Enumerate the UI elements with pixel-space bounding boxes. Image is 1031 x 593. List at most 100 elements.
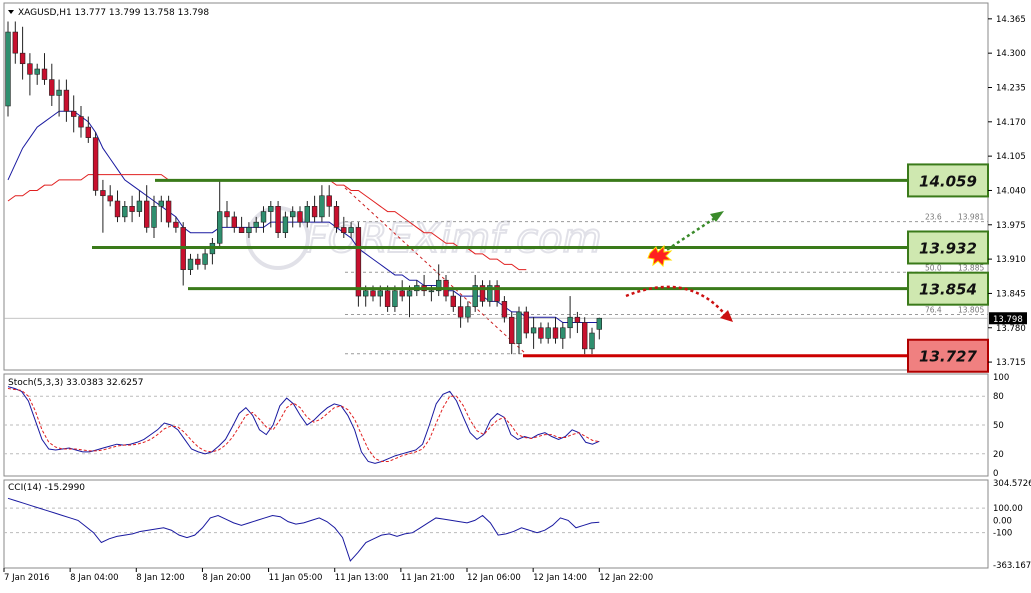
cci-title: CCI(14) -15.2990 — [8, 483, 85, 493]
candle-body — [530, 327, 537, 334]
candle-body — [41, 68, 48, 80]
candle-body — [253, 221, 259, 228]
candle-body — [341, 227, 347, 234]
candle-body — [589, 332, 595, 350]
candle-body — [195, 258, 201, 265]
candle-body — [596, 317, 603, 330]
candle-body — [567, 316, 573, 329]
candle-body — [71, 110, 77, 117]
candle-body — [129, 206, 135, 212]
candle-body — [49, 79, 55, 96]
candle-body — [508, 316, 515, 344]
price-tick-label: 13.910 — [996, 255, 1026, 265]
level-price-label: 13.727 — [919, 348, 977, 366]
price-tick-label: 14.170 — [996, 118, 1026, 128]
candle-body — [158, 200, 164, 207]
fib-level-percent: 76.4 — [925, 306, 942, 315]
fib-level-price: 13.885 — [958, 263, 984, 272]
time-tick-label: 8 Jan 12:00 — [136, 573, 184, 583]
candle-body — [516, 311, 522, 344]
candle-body — [392, 290, 398, 307]
candle-body — [289, 211, 296, 218]
candle-body — [450, 295, 456, 307]
candle-body — [144, 200, 150, 228]
main-title: XAGUSD,H1 13.777 13.799 13.758 13.798 — [18, 8, 209, 18]
candle-body — [333, 206, 340, 228]
cci-tick-label: -363.167 — [993, 561, 1031, 571]
time-tick-label: 12 Jan 22:00 — [599, 573, 653, 583]
candle-body — [560, 327, 566, 339]
candle-body — [304, 206, 310, 223]
stoch-title: Stoch(5,3,3) 33.0383 32.6257 — [8, 378, 143, 388]
candle-body — [78, 116, 84, 128]
candle-body — [224, 211, 230, 218]
chart-window: FOREXimf.com 23.6 13.981 50.0 13.885 76.4 13.… — [0, 0, 1031, 589]
fib-level-price: 13.805 — [958, 306, 984, 315]
candle-body — [311, 206, 318, 218]
candle-body — [56, 89, 62, 96]
candle-body — [370, 290, 376, 297]
candle-body — [19, 52, 26, 65]
candle-body — [428, 290, 435, 293]
candle-body — [85, 126, 92, 138]
time-tick-label: 8 Jan 04:00 — [70, 573, 118, 583]
level-price-label: 13.932 — [919, 239, 977, 257]
candle-body — [260, 211, 267, 223]
fib-level-percent: 50.0 — [925, 263, 942, 272]
price-tick-label: 13.975 — [996, 221, 1026, 231]
stoch-tick-label: 20 — [993, 450, 1004, 460]
candle-body — [27, 63, 33, 75]
candle-body — [319, 195, 325, 218]
price-tick-label: 14.300 — [996, 49, 1026, 59]
time-tick-label: 11 Jan 13:00 — [335, 573, 389, 583]
candle-body — [217, 211, 223, 244]
candle-body — [151, 206, 157, 228]
watermark-text: FOREXimf.com — [305, 216, 602, 262]
candle-body — [63, 89, 70, 112]
stoch-tick-label: 0 — [993, 469, 998, 479]
candle-body — [355, 227, 362, 297]
candle-body — [238, 227, 245, 234]
candle-body — [377, 290, 383, 297]
candle-body — [362, 290, 369, 297]
candle-body — [581, 322, 588, 350]
price-tick-label: 14.040 — [996, 186, 1026, 196]
level-price-label: 13.854 — [919, 281, 977, 299]
candle-body — [5, 31, 11, 107]
candle-body — [114, 200, 121, 218]
time-tick-label: 12 Jan 06:00 — [467, 573, 521, 583]
time-tick-label: 11 Jan 05:00 — [269, 573, 323, 583]
candle-body — [501, 301, 508, 318]
candle-body — [538, 327, 544, 339]
candle-body — [136, 200, 143, 212]
candle-body — [165, 200, 172, 223]
candle-body — [107, 195, 113, 202]
candle-body — [348, 227, 354, 234]
candle-body — [173, 221, 179, 228]
time-tick-label: 11 Jan 21:00 — [401, 573, 455, 583]
time-tick-label: 8 Jan 20:00 — [202, 573, 250, 583]
candle-body — [12, 31, 18, 54]
stoch-tick-label: 100 — [993, 373, 1009, 383]
candle-body — [384, 290, 391, 307]
stoch-tick-label: 80 — [993, 392, 1004, 402]
current-price-label: 13.798 — [993, 315, 1023, 325]
price-tick-label: 13.845 — [996, 289, 1026, 299]
fib-level-percent: 23.6 — [925, 213, 942, 222]
candle-body — [231, 216, 237, 228]
candle-body — [202, 253, 208, 265]
candle-body — [92, 137, 99, 191]
chart-canvas[interactable]: FOREXimf.com 23.6 13.981 50.0 13.885 76.4 13.… — [0, 0, 1031, 589]
candle-body — [297, 211, 303, 223]
candle-body — [268, 206, 274, 212]
candle-body — [187, 258, 194, 270]
price-tick-label: 13.715 — [996, 358, 1026, 368]
candle-body — [406, 290, 413, 297]
time-tick-label: 7 Jan 2016 — [4, 573, 50, 583]
candle-body — [523, 311, 530, 334]
fib-level-price: 13.981 — [958, 213, 984, 222]
candle-body — [399, 290, 405, 297]
price-tick-label: 13.780 — [996, 324, 1026, 334]
stoch-tick-label: 50 — [993, 421, 1004, 431]
candle-body — [275, 206, 281, 234]
